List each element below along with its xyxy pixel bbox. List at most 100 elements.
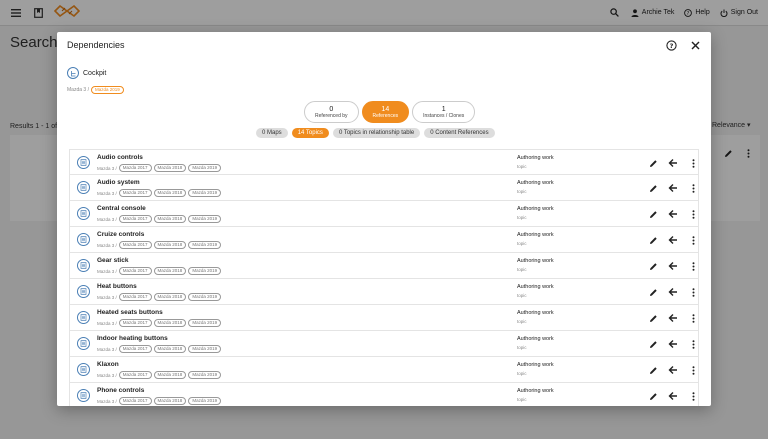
dependency-row[interactable]: Gear stick Mazda 3 /Mazda 2017 Mazda 2018 M… xyxy=(69,253,699,279)
row-tag: Mazda 2018 xyxy=(153,371,187,379)
edit-icon[interactable] xyxy=(647,364,659,376)
more-vert-icon[interactable] xyxy=(687,286,699,298)
row-path: Mazda 3 / xyxy=(97,372,117,378)
filter-chip-3[interactable]: 0 Content References xyxy=(424,128,495,138)
row-title[interactable]: Phone controls xyxy=(97,387,144,394)
help-icon[interactable]: ? xyxy=(665,39,677,51)
edit-icon[interactable] xyxy=(647,286,659,298)
row-status: Authoring work xyxy=(517,362,554,368)
arrow-back-icon[interactable] xyxy=(667,364,679,376)
dependency-row[interactable]: Heated seats buttons Mazda 3 /Mazda 2017 M… xyxy=(69,305,699,331)
arrow-back-icon[interactable] xyxy=(667,157,679,169)
dependency-row[interactable]: Audio system Mazda 3 /Mazda 2017 Mazda 201… xyxy=(69,175,699,201)
row-actions xyxy=(647,312,699,324)
row-title[interactable]: Gear stick xyxy=(97,257,128,264)
row-status: Authoring work xyxy=(517,258,554,264)
row-tag: Mazda 2019 xyxy=(188,241,222,249)
row-tag: Mazda 2017 xyxy=(118,319,152,327)
row-tag: Mazda 2018 xyxy=(153,345,187,353)
subject-topic: Cockpit xyxy=(67,67,106,79)
edit-icon[interactable] xyxy=(647,208,659,220)
dependency-row[interactable]: Phone controls Mazda 3 /Mazda 2017 Mazda 2… xyxy=(69,383,699,406)
row-tag: Mazda 2017 xyxy=(118,241,152,249)
more-vert-icon[interactable] xyxy=(687,208,699,220)
dependency-row[interactable]: Heat buttons Mazda 3 /Mazda 2017 Mazda 201… xyxy=(69,279,699,305)
topic-icon xyxy=(77,207,90,220)
filter-chip-2[interactable]: 0 Topics in relationship table xyxy=(332,128,421,138)
more-vert-icon[interactable] xyxy=(687,182,699,194)
close-icon[interactable] xyxy=(689,39,701,51)
dialog-title: Dependencies xyxy=(67,40,125,50)
edit-icon[interactable] xyxy=(647,312,659,324)
svg-text:?: ? xyxy=(669,42,673,50)
dependency-row[interactable]: Audio controls Mazda 3 /Mazda 2017 Mazda 2… xyxy=(69,149,699,175)
row-tag: Mazda 2019 xyxy=(188,164,222,172)
arrow-back-icon[interactable] xyxy=(667,312,679,324)
filter-chip-1[interactable]: 14 Topics xyxy=(291,128,329,138)
dependency-row[interactable]: Central console Mazda 3 /Mazda 2017 Mazda … xyxy=(69,201,699,227)
more-vert-icon[interactable] xyxy=(687,260,699,272)
row-actions xyxy=(647,157,699,169)
edit-icon[interactable] xyxy=(647,260,659,272)
row-tag: Mazda 2018 xyxy=(153,215,187,223)
row-type: topic xyxy=(517,241,527,246)
row-title[interactable]: Audio system xyxy=(97,179,140,186)
edit-icon[interactable] xyxy=(647,182,659,194)
dependency-row[interactable]: Klaxon Mazda 3 /Mazda 2017 Mazda 2018 Mazda… xyxy=(69,357,699,383)
row-meta: Mazda 3 /Mazda 2017 Mazda 2018 Mazda 2019 xyxy=(97,189,222,197)
row-title[interactable]: Audio controls xyxy=(97,154,143,161)
ref-button-1[interactable]: 14 References xyxy=(361,101,410,123)
ref-button-2[interactable]: 1 Instances / Clones xyxy=(412,101,476,123)
row-type: topic xyxy=(517,267,527,272)
row-tag: Mazda 2019 xyxy=(188,189,222,197)
edit-icon[interactable] xyxy=(647,390,659,402)
ref-count: 14 xyxy=(381,105,390,113)
more-vert-icon[interactable] xyxy=(687,234,699,246)
edit-icon[interactable] xyxy=(647,234,659,246)
arrow-back-icon[interactable] xyxy=(667,182,679,194)
row-meta: Mazda 3 /Mazda 2017 Mazda 2018 Mazda 2019 xyxy=(97,345,222,353)
filter-chip-0[interactable]: 0 Maps xyxy=(256,128,288,138)
row-tag: Mazda 2017 xyxy=(118,164,152,172)
dependency-row[interactable]: Cruize controls Mazda 3 /Mazda 2017 Mazda … xyxy=(69,227,699,253)
ref-label: References xyxy=(372,112,399,119)
arrow-back-icon[interactable] xyxy=(667,390,679,402)
row-path: Mazda 3 / xyxy=(97,346,117,352)
row-title[interactable]: Heated seats buttons xyxy=(97,309,163,316)
row-type: topic xyxy=(517,189,527,194)
row-path: Mazda 3 / xyxy=(97,294,117,300)
row-tag: Mazda 2017 xyxy=(118,397,152,405)
row-tag: Mazda 2017 xyxy=(118,293,152,301)
row-path: Mazda 3 / xyxy=(97,216,117,222)
row-title[interactable]: Central console xyxy=(97,205,146,212)
topic-icon xyxy=(77,337,90,350)
row-tag: Mazda 2019 xyxy=(188,397,222,405)
ref-button-0[interactable]: 0 Referenced by xyxy=(304,101,359,123)
dependency-row[interactable]: Indoor heating buttons Mazda 3 /Mazda 201… xyxy=(69,331,699,357)
arrow-back-icon[interactable] xyxy=(667,208,679,220)
topic-icon xyxy=(77,156,90,169)
more-vert-icon[interactable] xyxy=(687,364,699,376)
row-tag: Mazda 2019 xyxy=(188,345,222,353)
row-tag: Mazda 2019 xyxy=(188,371,222,379)
arrow-back-icon[interactable] xyxy=(667,338,679,350)
more-vert-icon[interactable] xyxy=(687,390,699,402)
row-title[interactable]: Cruize controls xyxy=(97,231,144,238)
row-type: topic xyxy=(517,371,527,376)
row-title[interactable]: Heat buttons xyxy=(97,283,137,290)
row-type: topic xyxy=(517,397,527,402)
row-tag: Mazda 2018 xyxy=(153,189,187,197)
more-vert-icon[interactable] xyxy=(687,157,699,169)
row-status: Authoring work xyxy=(517,388,554,394)
arrow-back-icon[interactable] xyxy=(667,234,679,246)
arrow-back-icon[interactable] xyxy=(667,260,679,272)
row-status: Authoring work xyxy=(517,310,554,316)
more-vert-icon[interactable] xyxy=(687,338,699,350)
row-title[interactable]: Indoor heating buttons xyxy=(97,335,168,342)
more-vert-icon[interactable] xyxy=(687,312,699,324)
row-title[interactable]: Klaxon xyxy=(97,361,119,368)
edit-icon[interactable] xyxy=(647,338,659,350)
edit-icon[interactable] xyxy=(647,157,659,169)
row-status: Authoring work xyxy=(517,284,554,290)
arrow-back-icon[interactable] xyxy=(667,286,679,298)
